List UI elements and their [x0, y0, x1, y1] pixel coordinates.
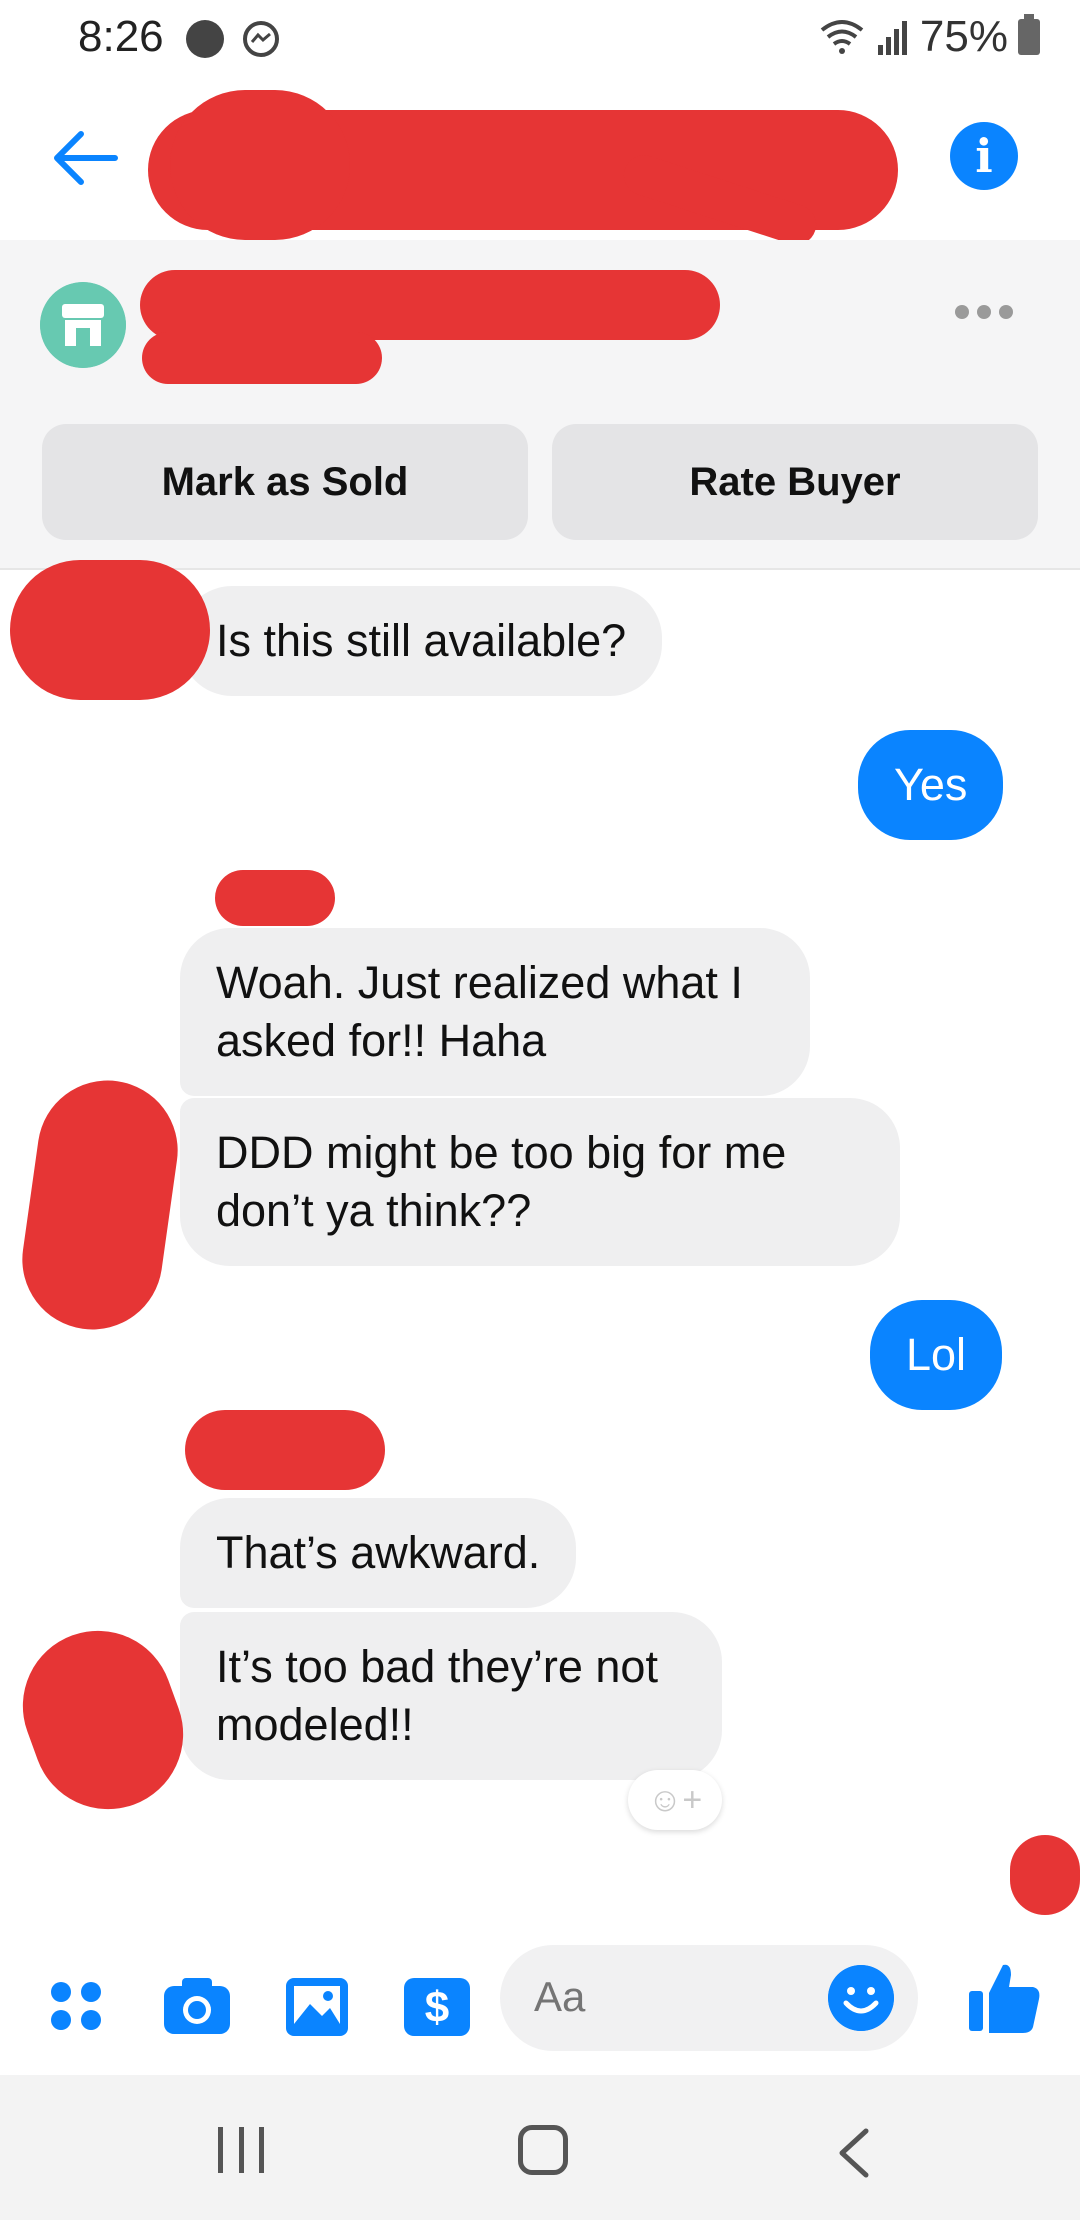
message-incoming[interactable]: Woah. Just realized what I asked for!! H…: [180, 928, 810, 1096]
message-incoming[interactable]: Is this still available?: [180, 586, 663, 696]
rate-buyer-button[interactable]: Rate Buyer: [552, 424, 1038, 540]
redacted-listing-price: [142, 332, 382, 384]
message-text: It’s too bad they’re not modeled!!: [216, 1641, 658, 1750]
redacted-avatar: [13, 1071, 187, 1339]
messenger-icon: [243, 21, 279, 57]
storefront-icon[interactable]: [40, 282, 126, 368]
message-text: That’s awkward.: [216, 1527, 541, 1578]
image-icon[interactable]: [282, 1970, 352, 2040]
message-incoming[interactable]: It’s too bad they’re not modeled!!: [180, 1612, 722, 1780]
mark-as-sold-button[interactable]: Mark as Sold: [42, 424, 528, 540]
status-time: 8:26: [78, 12, 164, 61]
signal-icon: [877, 21, 907, 55]
redacted-listing-title: [140, 270, 720, 340]
more-horizontal-icon[interactable]: [955, 305, 1013, 319]
battery-percent: 75%: [919, 12, 1008, 61]
recent-apps-icon[interactable]: [218, 2127, 264, 2173]
grid-menu-icon[interactable]: [44, 1970, 114, 2040]
notification-p-icon: [186, 20, 224, 58]
camera-icon[interactable]: [162, 1970, 232, 2040]
message-incoming[interactable]: DDD might be too big for me don’t ya thi…: [180, 1098, 900, 1266]
add-reaction-button[interactable]: ☺+: [628, 1770, 722, 1830]
battery-icon: [1018, 14, 1040, 55]
message-text: DDD might be too big for me don’t ya thi…: [216, 1127, 787, 1236]
arrow-left-icon[interactable]: [45, 118, 125, 198]
emoji-icon[interactable]: [828, 1965, 894, 2031]
emoji-plus-icon: ☺+: [647, 1780, 703, 1819]
home-icon[interactable]: [518, 2125, 568, 2175]
nav-back-icon[interactable]: [826, 2123, 886, 2183]
payment-icon[interactable]: $: [402, 1970, 472, 2040]
message-input-box[interactable]: [500, 1945, 918, 2051]
thumbs-up-icon[interactable]: [965, 1957, 1045, 2037]
redacted-sender-name: [215, 870, 335, 926]
redacted-read-receipt: [1010, 1835, 1080, 1915]
info-icon[interactable]: i: [950, 122, 1018, 190]
wifi-icon: [820, 20, 864, 54]
redacted-sender-name: [185, 1410, 385, 1490]
status-bar: 8:26 75%: [0, 0, 1080, 80]
message-input[interactable]: [534, 1967, 794, 2027]
redacted-avatar: [1, 1609, 205, 1831]
message-outgoing[interactable]: Yes: [858, 730, 1004, 840]
redacted-avatar: [10, 560, 210, 700]
chat-header: i: [0, 80, 1080, 250]
message-outgoing[interactable]: Lol: [870, 1300, 1003, 1410]
system-nav-bar: [0, 2075, 1080, 2220]
redacted-scribble: [170, 90, 350, 240]
marketplace-listing-panel: Mark as Sold Rate Buyer: [0, 240, 1080, 570]
message-text: Woah. Just realized what I asked for!! H…: [216, 957, 743, 1066]
status-right: 75%: [818, 12, 1040, 62]
svg-text:$: $: [425, 1983, 449, 2032]
message-incoming[interactable]: That’s awkward.: [180, 1498, 577, 1608]
